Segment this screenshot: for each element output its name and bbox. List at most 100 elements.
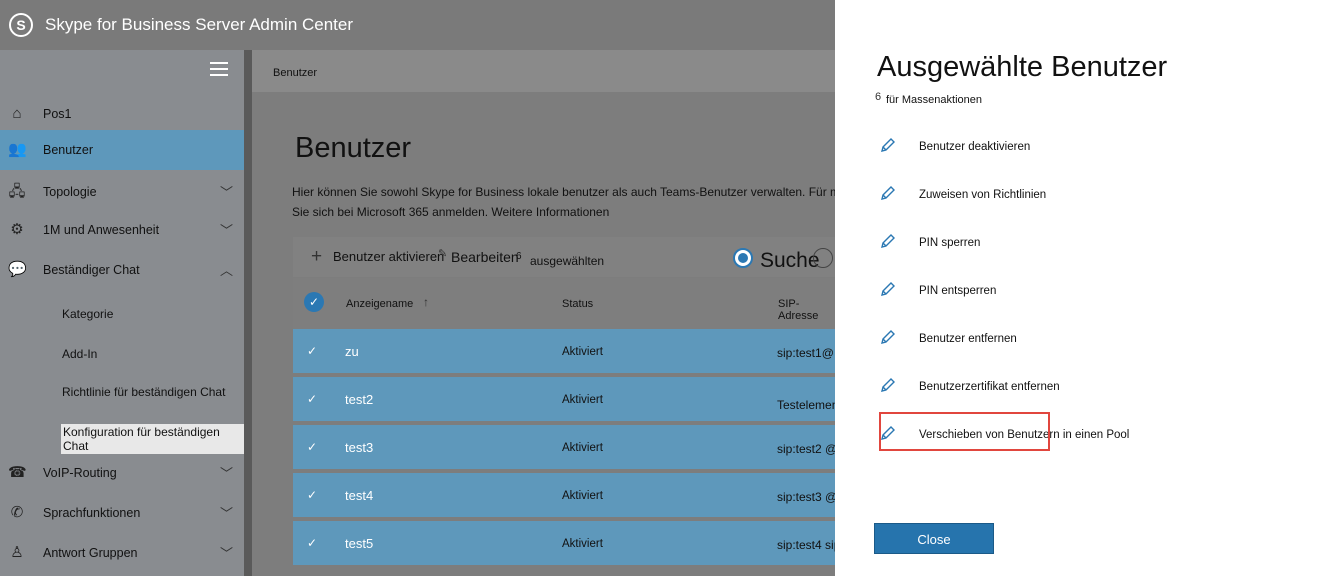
chevron-down-icon[interactable]: ﹀ [220, 463, 233, 482]
action-label: PIN sperren [919, 237, 981, 249]
im-presence-icon: ⚙ [10, 221, 24, 238]
action-remove-user-certificate[interactable]: Benutzerzertifikat entfernen [879, 374, 1259, 404]
row-display-name: test4 [345, 488, 374, 503]
action-label: Benutzerzertifikat entfernen [919, 381, 1060, 393]
sidebar-subitem-chat-policy[interactable]: Richtlinie für beständigen Chat [62, 385, 225, 399]
sidebar-subitem-category[interactable]: Kategorie [62, 307, 113, 321]
chevron-down-icon[interactable]: ﹀ [220, 220, 233, 239]
row-sip-address: sip:test2 @ [777, 442, 838, 456]
row-checkmark-icon[interactable]: ✓ [307, 392, 317, 406]
close-button[interactable]: Close [874, 523, 994, 554]
sidebar-item-label: Antwort Gruppen [43, 546, 138, 560]
panel-title: Ausgewählte Benutzer [877, 51, 1168, 83]
row-status: Aktiviert [562, 490, 603, 502]
column-header-status[interactable]: Status [562, 298, 593, 310]
chevron-down-icon[interactable]: ﹀ [220, 182, 233, 201]
app-header: S Skype for Business Server Admin Center [0, 0, 835, 50]
panel-subtitle: für Massenaktionen [886, 94, 982, 106]
voip-routing-icon: ☎ [8, 464, 27, 481]
sidebar-item-response-groups[interactable]: ♙ Antwort Gruppen ﹀ [0, 533, 244, 573]
sidebar-item-home[interactable]: ⌂ Pos1 [0, 94, 244, 134]
selected-users-count: 6 [875, 91, 882, 103]
column-header-display-name[interactable]: Anzeigename [346, 298, 413, 310]
action-deactivate-users[interactable]: Benutzer deaktivieren [879, 134, 1259, 164]
sidebar-item-label: VoIP-Routing [43, 466, 117, 480]
sidebar-item-label: Pos1 [43, 107, 72, 121]
pencil-icon [881, 330, 895, 344]
users-page: Benutzer Hier können Sie sowohl Skype fo… [252, 92, 885, 576]
table-row[interactable]: ✓ test5 Aktiviert sip:test4 sip:test5 [293, 521, 870, 567]
plus-icon[interactable]: + [311, 246, 322, 268]
sidebar-scrollbar[interactable] [244, 50, 252, 576]
table-header: ✓ Anzeigename ↑ Status SIP-Adresse [293, 278, 835, 330]
chevron-down-icon[interactable]: ﹀ [220, 503, 233, 522]
table-row[interactable]: ✓ zu Aktiviert sip:test1@ [293, 329, 835, 375]
row-checkmark-icon[interactable]: ✓ [307, 440, 317, 454]
edit-button[interactable]: Bearbeiten [451, 249, 519, 265]
action-assign-policies[interactable]: Zuweisen von Richtlinien [879, 182, 1259, 212]
pencil-icon[interactable]: ✎ [438, 247, 447, 260]
sidebar-item-users[interactable]: 👥 Benutzer [0, 130, 244, 170]
sidebar-item-im-presence[interactable]: ⚙ 1M und Anwesenheit ﹀ [0, 210, 244, 250]
breadcrumb[interactable]: Benutzer [252, 50, 835, 92]
home-icon: ⌂ [12, 105, 22, 122]
highlight-callout-box [879, 412, 1050, 451]
voice-features-icon: ✆ [10, 504, 24, 521]
search-radio-selected[interactable] [733, 248, 753, 268]
sort-ascending-icon[interactable]: ↑ [423, 295, 429, 309]
row-status: Aktiviert [562, 538, 603, 550]
table-row[interactable]: ✓ test2 Aktiviert Testelementen [293, 377, 855, 423]
action-label: PIN entsperren [919, 285, 997, 297]
sidebar-item-label: Topologie [43, 185, 97, 199]
main-content: Benutzer Benutzer Hier können Sie sowohl… [252, 50, 885, 576]
row-display-name: test5 [345, 536, 374, 551]
row-sip-address: sip:test3 @ [777, 490, 838, 504]
row-checkmark-icon[interactable]: ✓ [307, 536, 317, 550]
topology-icon: 🖧 [8, 183, 26, 200]
pencil-icon [881, 186, 895, 200]
action-lock-pin[interactable]: PIN sperren [879, 230, 1259, 260]
column-header-sip-address[interactable]: SIP-Adresse [778, 298, 835, 322]
action-label: Benutzer deaktivieren [919, 141, 1031, 153]
app-title: Skype for Business Server Admin Center [45, 15, 354, 34]
search-label[interactable]: Suche [760, 249, 820, 273]
filter-radio[interactable] [813, 248, 833, 268]
sidebar: ⌂ Pos1 👥 Benutzer 🖧 Topologie ﹀ ⚙ 1M und… [0, 50, 244, 576]
sidebar-item-persistent-chat[interactable]: 💬 Beständiger Chat ︿ [0, 250, 244, 290]
action-label: Zuweisen von Richtlinien [919, 189, 1047, 201]
users-toolbar: + Benutzer aktivieren ✎ Bearbeiten 6 aus… [293, 237, 835, 277]
users-icon: 👥 [8, 141, 27, 158]
action-unlock-pin[interactable]: PIN entsperren [879, 278, 1259, 308]
row-display-name: zu [345, 344, 359, 359]
row-status: Aktiviert [562, 346, 603, 358]
action-label: Benutzer entfernen [919, 333, 1017, 345]
select-all-checkbox[interactable]: ✓ [304, 292, 324, 312]
hamburger-menu-icon[interactable] [210, 62, 228, 76]
selected-users-panel: Ausgewählte Benutzer 6 für Massenaktione… [835, 0, 1325, 576]
sidebar-item-label: Sprachfunktionen [43, 506, 141, 520]
chevron-up-icon[interactable]: ︿ [220, 260, 233, 279]
sidebar-item-label: Benutzer [43, 143, 94, 157]
sidebar-item-voip-routing[interactable]: ☎ VoIP-Routing ﹀ [0, 453, 244, 493]
sidebar-subitem-chat-config[interactable]: Konfiguration für beständigen Chat [61, 424, 244, 454]
row-status: Aktiviert [562, 394, 603, 406]
sidebar-subitem-add-in[interactable]: Add-In [62, 347, 97, 361]
response-groups-icon: ♙ [10, 544, 24, 561]
sidebar-item-voice-features[interactable]: ✆ Sprachfunktionen ﹀ [0, 493, 244, 533]
selected-count: 6 [516, 251, 522, 262]
activate-users-button[interactable]: Benutzer aktivieren [333, 249, 444, 264]
row-sip-address: sip:test1@ [777, 346, 834, 360]
sidebar-item-label: 1M und Anwesenheit [43, 223, 160, 237]
selected-label: ausgewählten [530, 254, 605, 268]
sidebar-item-topology[interactable]: 🖧 Topologie ﹀ [0, 172, 244, 212]
pencil-icon [881, 234, 895, 248]
table-row[interactable]: ✓ test3 Aktiviert sip:test2 @ [293, 425, 838, 471]
action-remove-users[interactable]: Benutzer entfernen [879, 326, 1259, 356]
table-row[interactable]: ✓ test4 Aktiviert sip:test3 @ [293, 473, 838, 519]
chevron-down-icon[interactable]: ﹀ [220, 543, 233, 562]
row-display-name: test3 [345, 440, 374, 455]
page-title: Benutzer [295, 132, 412, 164]
page-description: Hier können Sie sowohl Skype for Busines… [292, 185, 886, 219]
row-checkmark-icon[interactable]: ✓ [307, 344, 317, 358]
row-checkmark-icon[interactable]: ✓ [307, 488, 317, 502]
